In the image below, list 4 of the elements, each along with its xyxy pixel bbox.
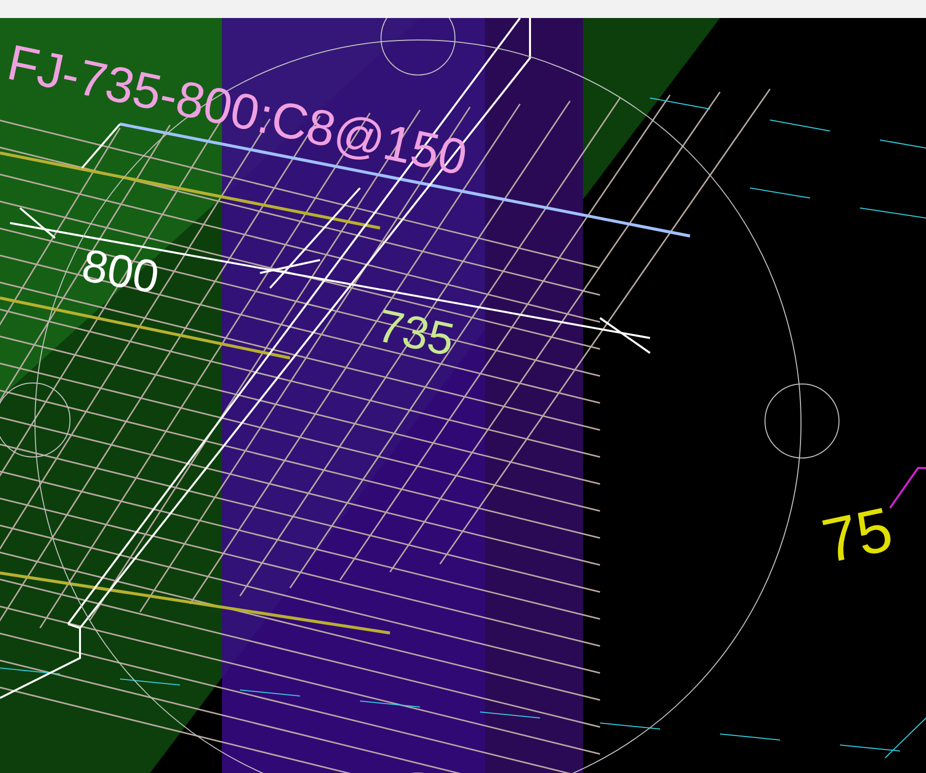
dimension-label: 800	[78, 238, 163, 304]
leader-line	[889, 467, 926, 509]
dimension-label: 735	[372, 298, 459, 366]
elevation-label: 75	[816, 494, 898, 577]
